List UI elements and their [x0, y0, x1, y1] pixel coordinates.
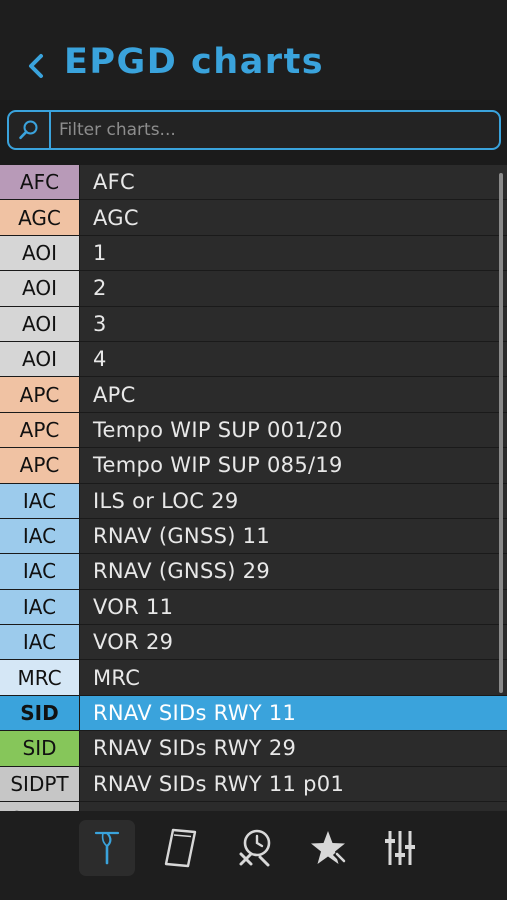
chart-list-row[interactable]: IAC VOR 29	[0, 625, 507, 661]
chart-list-row[interactable]: AGC AGC	[0, 200, 507, 236]
chart-list-row[interactable]: IAC VOR 11	[0, 589, 507, 626]
chart-name-label: RNAV (GNSS) 11	[93, 524, 270, 549]
chart-type-tag: IAC	[0, 589, 80, 625]
chart-list-row[interactable]: IAC RNAV (GNSS) 29	[0, 554, 507, 590]
chart-type-tag: IAC	[0, 554, 80, 589]
chart-type-tag: SIDPT	[0, 802, 80, 811]
search-bar	[7, 110, 501, 150]
chart-list: AFC AFC AGC AGC AOI 1 AOI 2 AOI 3 AOI 4 APC APC APC Tem…	[0, 165, 507, 811]
chart-name-label: VOR 11	[93, 594, 174, 619]
chart-name-label: MRC	[93, 665, 141, 690]
chart-name-label: RNAV SIDs RWY 11 p01	[93, 771, 345, 796]
tab-airport[interactable]	[79, 820, 135, 876]
chart-name-label: 1	[93, 240, 107, 265]
chart-name-label: ILS or LOC 29	[93, 488, 239, 513]
chart-type-tag: IAC	[0, 625, 80, 660]
chart-type-tag: AGC	[0, 200, 80, 235]
chart-type-tag: SID	[0, 731, 80, 766]
chart-type-tag: IAC	[0, 483, 80, 518]
chart-list-row[interactable]: APC Tempo WIP SUP 001/20	[0, 412, 507, 449]
chart-list-row[interactable]: AOI 1	[0, 235, 507, 272]
airport-pin-icon	[94, 831, 120, 865]
chart-list-row[interactable]: AFC AFC	[0, 165, 507, 201]
chart-list-row[interactable]: AOI 3	[0, 306, 507, 342]
bottom-tab-bar	[0, 811, 507, 900]
chart-list-row[interactable]: SID RNAV SIDs RWY 11	[0, 695, 507, 732]
chart-name-label: RNAV (GNSS) 29	[93, 559, 270, 584]
tab-settings[interactable]	[372, 820, 428, 876]
chart-name-label: AFC	[93, 170, 136, 195]
page-title: EPGD charts	[64, 42, 325, 82]
header-bar: EPGD charts	[0, 0, 507, 100]
chart-type-tag: AOI	[0, 341, 80, 377]
chart-list-row[interactable]: SIDPT	[0, 802, 507, 811]
chart-name-label: 3	[93, 311, 107, 336]
search-icon	[19, 120, 38, 140]
back-button[interactable]	[24, 50, 50, 82]
tab-chart-viewer[interactable]	[153, 820, 209, 876]
chart-list-row[interactable]: IAC RNAV (GNSS) 11	[0, 518, 507, 555]
chart-type-tag: MRC	[0, 660, 80, 695]
chart-list-row[interactable]: APC Tempo WIP SUP 085/19	[0, 448, 507, 484]
chart-type-tag: IAC	[0, 518, 80, 554]
chevron-left-icon	[29, 54, 43, 78]
settings-sliders-icon	[385, 831, 415, 865]
chart-list-row[interactable]: IAC ILS or LOC 29	[0, 483, 507, 519]
chart-name-label: Tempo WIP SUP 001/20	[93, 417, 343, 442]
app-screen: EPGD charts AFCAFCAGCAGCAOI1AOI2AOI3AOI4…	[0, 0, 507, 900]
chart-type-tag: SIDPT	[0, 766, 80, 802]
chart-type-tag: SID	[0, 695, 80, 731]
chart-name-label: 4	[93, 347, 107, 372]
favorites-star-icon	[311, 831, 347, 867]
chart-type-tag: AOI	[0, 235, 80, 271]
chart-type-tag: APC	[0, 412, 80, 448]
tab-recent[interactable]	[228, 820, 284, 876]
chart-type-tag: APC	[0, 448, 80, 483]
tab-favorites[interactable]	[300, 820, 356, 876]
chart-type-tag: AFC	[0, 165, 80, 200]
chart-list-row[interactable]: SID RNAV SIDs RWY 29	[0, 731, 507, 767]
chart-type-tag: AOI	[0, 306, 80, 341]
chart-name-label	[80, 802, 93, 811]
search-input[interactable]	[59, 112, 495, 148]
chart-name-label: RNAV SIDs RWY 11	[93, 701, 297, 726]
chart-name-label: AGC	[93, 205, 139, 230]
chart-list-row[interactable]: SIDPT RNAV SIDs RWY 11 p01	[0, 766, 507, 803]
chart-name-label: APC	[93, 382, 136, 407]
list-scrollbar[interactable]	[499, 173, 503, 693]
chart-name-label: VOR 29	[93, 630, 174, 655]
chart-list-row[interactable]: MRC MRC	[0, 660, 507, 696]
chart-name-label: 2	[93, 276, 107, 301]
chart-list-row[interactable]: AOI 2	[0, 271, 507, 307]
chart-type-tag: APC	[0, 377, 80, 412]
search-icon-button[interactable]	[9, 112, 51, 148]
recent-icon	[239, 829, 271, 867]
chart-type-tag: AOI	[0, 271, 80, 306]
chart-list-row[interactable]: APC APC	[0, 377, 507, 413]
chart-name-label: Tempo WIP SUP 085/19	[93, 453, 343, 478]
chart-list-row[interactable]: AOI 4	[0, 341, 507, 378]
chart-name-label: RNAV SIDs RWY 29	[93, 736, 297, 761]
chart-viewer-icon	[164, 828, 197, 868]
